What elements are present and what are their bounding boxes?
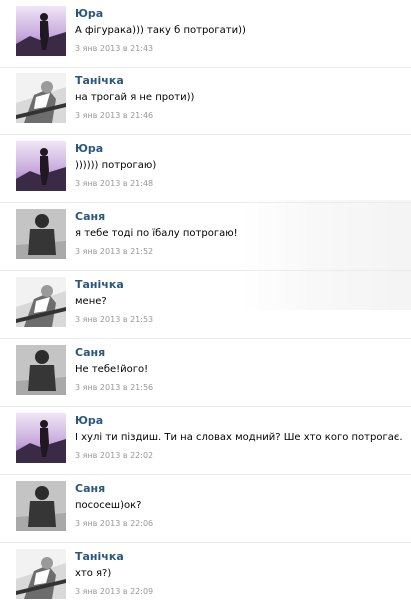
message-date[interactable]: 3 янв 2013 в 21:46 bbox=[75, 111, 153, 120]
tanichka-avatar[interactable] bbox=[16, 73, 66, 123]
message-date[interactable]: 3 янв 2013 в 21:53 bbox=[75, 315, 153, 324]
author-name[interactable]: Юра bbox=[75, 7, 103, 20]
sanya-avatar[interactable] bbox=[16, 209, 66, 259]
message-item: Танічка мене? 3 янв 2013 в 21:53 bbox=[0, 271, 411, 339]
author-name[interactable]: Танічка bbox=[75, 550, 124, 563]
tanichka-avatar[interactable] bbox=[16, 277, 66, 327]
message-item: Саня я тебе тоді по їбалу потрогаю! 3 ян… bbox=[0, 203, 411, 271]
message-item: Танічка на трогай я не проти)) 3 янв 201… bbox=[0, 67, 411, 135]
message-item: Танічка хто я?) 3 янв 2013 в 22:09 bbox=[0, 543, 411, 611]
message-text: )))))) потрогаю) bbox=[75, 160, 157, 171]
message-text: на трогай я не проти)) bbox=[75, 92, 195, 103]
message-text: пососеш)ок? bbox=[75, 500, 142, 511]
message-text: Не тебе!його! bbox=[75, 364, 149, 375]
yura-avatar[interactable] bbox=[16, 6, 66, 56]
message-text: хто я?) bbox=[75, 568, 112, 579]
sanya-avatar[interactable] bbox=[16, 481, 66, 531]
message-item: Саня пососеш)ок? 3 янв 2013 в 22:06 bbox=[0, 475, 411, 543]
author-name[interactable]: Саня bbox=[75, 482, 105, 495]
author-name[interactable]: Танічка bbox=[75, 278, 124, 291]
message-item: Саня Не тебе!його! 3 янв 2013 в 21:56 bbox=[0, 339, 411, 407]
message-date[interactable]: 3 янв 2013 в 21:52 bbox=[75, 247, 153, 256]
author-name[interactable]: Юра bbox=[75, 142, 103, 155]
author-name[interactable]: Саня bbox=[75, 346, 105, 359]
message-date[interactable]: 3 янв 2013 в 21:48 bbox=[75, 179, 153, 188]
message-date[interactable]: 3 янв 2013 в 21:56 bbox=[75, 383, 153, 392]
message-text: А фігурака))) таку б потрогати)) bbox=[75, 25, 246, 36]
sanya-avatar[interactable] bbox=[16, 345, 66, 395]
author-name[interactable]: Танічка bbox=[75, 74, 124, 87]
yura-avatar[interactable] bbox=[16, 413, 66, 463]
message-date[interactable]: 3 янв 2013 в 21:43 bbox=[75, 44, 153, 53]
message-text: я тебе тоді по їбалу потрогаю! bbox=[75, 228, 238, 239]
author-name[interactable]: Саня bbox=[75, 210, 105, 223]
message-date[interactable]: 3 янв 2013 в 22:02 bbox=[75, 451, 153, 460]
message-feed: Юра А фігурака))) таку б потрогати)) 3 я… bbox=[0, 0, 411, 604]
message-item: Юра )))))) потрогаю) 3 янв 2013 в 21:48 bbox=[0, 135, 411, 203]
message-text: мене? bbox=[75, 296, 107, 307]
yura-avatar[interactable] bbox=[16, 141, 66, 191]
author-name[interactable]: Юра bbox=[75, 414, 103, 427]
message-text: І хулі ти піздиш. Ти на словах модний? Ш… bbox=[75, 432, 403, 443]
message-item: Юра І хулі ти піздиш. Ти на словах модни… bbox=[0, 407, 411, 475]
message-date[interactable]: 3 янв 2013 в 22:09 bbox=[75, 587, 153, 596]
message-date[interactable]: 3 янв 2013 в 22:06 bbox=[75, 519, 153, 528]
message-item: Юра А фігурака))) таку б потрогати)) 3 я… bbox=[0, 0, 411, 68]
tanichka-avatar[interactable] bbox=[16, 549, 66, 599]
